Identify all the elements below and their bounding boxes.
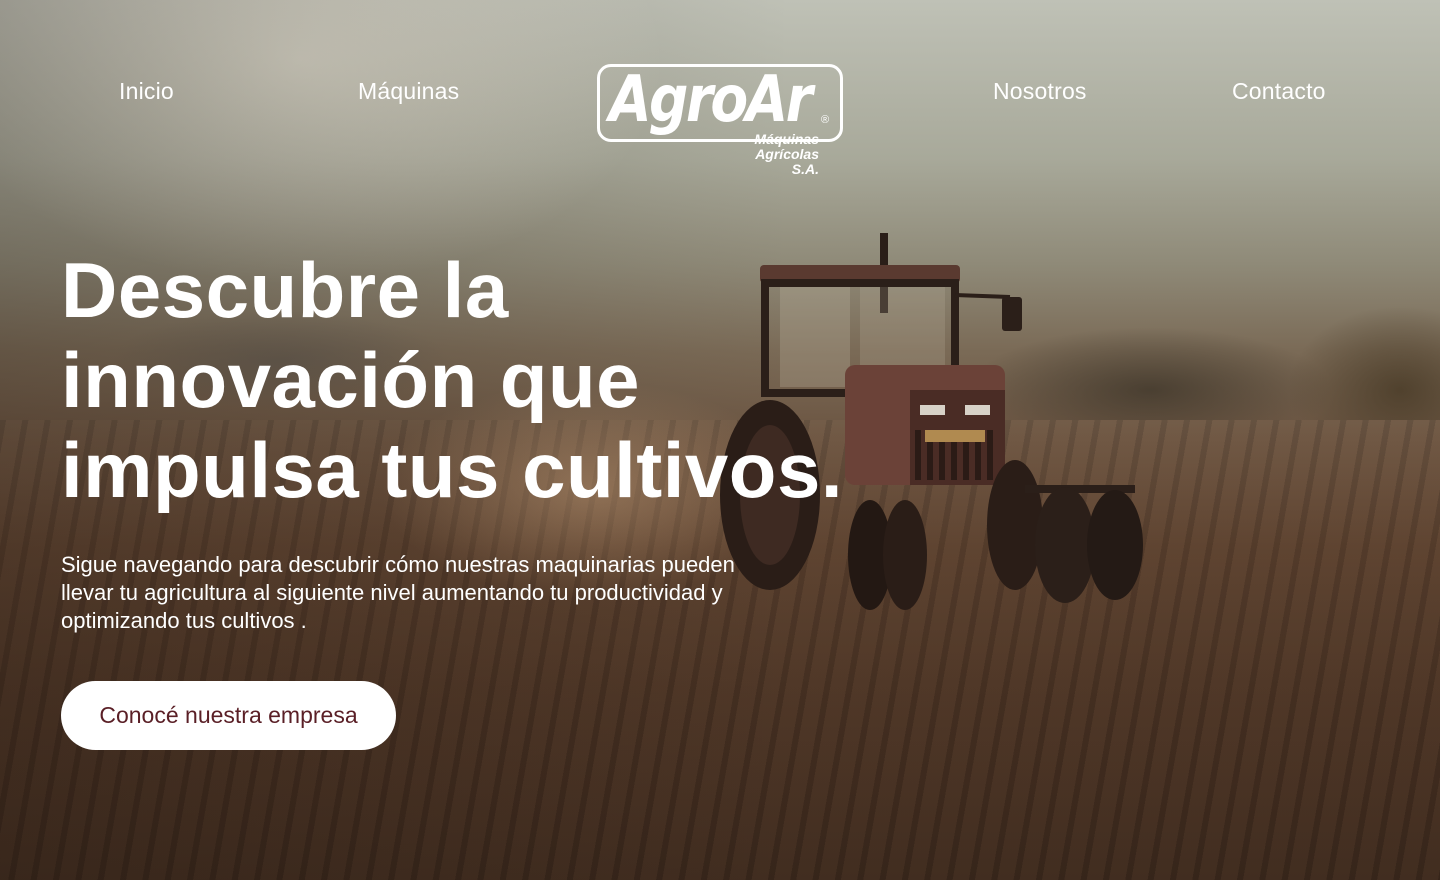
nav-link-inicio[interactable]: Inicio (119, 78, 174, 105)
logo-registered-mark: ® (821, 114, 830, 126)
nav-link-nosotros[interactable]: Nosotros (993, 78, 1087, 105)
top-navigation: Inicio Máquinas AgroAr ® Máquinas Agríco… (0, 0, 1440, 180)
hero-title: Descubre la innovación que impulsa tus c… (61, 246, 844, 514)
logo-tagline-line2: Agrícolas S.A. (755, 146, 819, 177)
nav-link-maquinas[interactable]: Máquinas (358, 78, 459, 105)
nav-link-contacto[interactable]: Contacto (1232, 78, 1326, 105)
logo-tagline-line1: Máquinas (754, 131, 819, 147)
cta-button[interactable]: Conocé nuestra empresa (61, 681, 396, 750)
logo-tagline: Máquinas Agrícolas S.A. (729, 132, 819, 177)
agroar-logo[interactable]: AgroAr ® Máquinas Agrícolas S.A. (597, 62, 847, 177)
logo-wordmark: AgroAr (609, 63, 813, 137)
hero-subtitle: Sigue navegando para descubrir cómo nues… (61, 552, 735, 633)
